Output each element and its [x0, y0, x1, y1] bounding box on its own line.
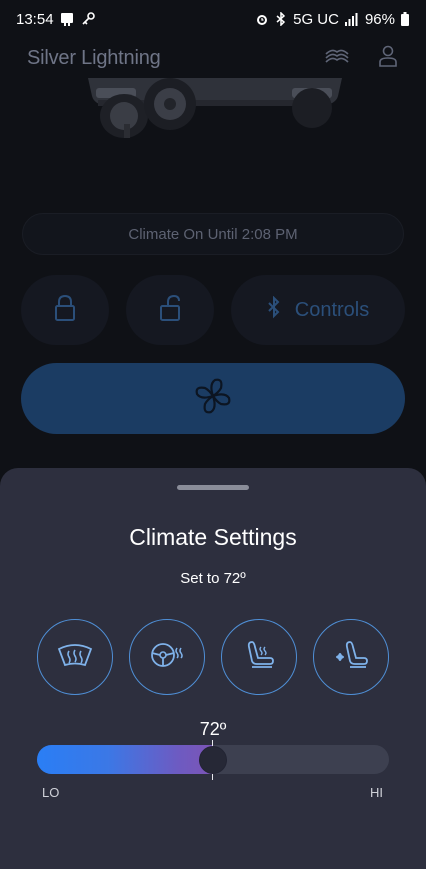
front-defrost-icon — [57, 641, 93, 674]
climate-feature-row — [0, 619, 426, 695]
ventilated-seat-icon — [334, 639, 368, 676]
heated-seat-button[interactable] — [221, 619, 297, 695]
lock-button[interactable] — [21, 275, 109, 345]
heated-seat-icon — [242, 639, 276, 676]
slider-temperature-label: 72º — [199, 719, 227, 739]
battery-percent: 96% — [364, 10, 395, 28]
slider-max-label: HI — [370, 785, 383, 800]
unlock-icon — [159, 294, 181, 327]
front-defrost-button[interactable] — [37, 619, 113, 695]
controls-button[interactable]: Controls — [231, 275, 405, 345]
bluetooth-icon — [275, 12, 287, 26]
status-time: 13:54 — [16, 10, 54, 28]
climate-fan-button[interactable] — [21, 363, 405, 434]
status-bar: 13:54 5G UC 96% — [0, 0, 426, 38]
sheet-title: Climate Settings — [129, 524, 297, 550]
heated-steering-wheel-icon — [149, 640, 185, 675]
unlock-button[interactable] — [126, 275, 214, 345]
vehicle-image — [84, 78, 344, 140]
vehicle-icon[interactable] — [324, 46, 350, 71]
bluetooth-icon — [267, 295, 281, 325]
alarm-icon — [255, 12, 269, 26]
header-actions — [324, 45, 398, 72]
network-type: 5G UC — [293, 10, 339, 28]
heated-steering-wheel-button[interactable] — [129, 619, 205, 695]
app-header: Silver Lightning — [0, 38, 426, 78]
key-icon — [80, 11, 96, 27]
controls-label: Controls — [294, 298, 370, 321]
status-left: 13:54 — [16, 11, 96, 28]
climate-status-pill[interactable]: Climate On Until 2:08 PM — [22, 213, 404, 255]
slider-min-label: LO — [42, 785, 60, 800]
signal-icon — [344, 12, 359, 26]
battery-icon — [401, 12, 409, 26]
app-screen: 13:54 5G UC 96% Silver Lightning Climate… — [0, 0, 426, 869]
temperature-slider-fill — [37, 745, 213, 774]
account-icon[interactable] — [378, 45, 398, 72]
temperature-setpoint: Set to 72º — [180, 570, 246, 587]
fan-icon — [193, 376, 233, 421]
climate-status-text: Climate On Until 2:08 PM — [128, 225, 298, 243]
lock-icon — [54, 294, 76, 327]
notification-icon — [59, 11, 75, 27]
temperature-slider-thumb[interactable] — [199, 746, 227, 774]
climate-settings-sheet: Climate Settings Set to 72º 72º LO HI — [0, 468, 426, 869]
ventilated-seat-button[interactable] — [313, 619, 389, 695]
status-right: 5G UC 96% — [255, 11, 409, 28]
vehicle-name: Silver Lightning — [27, 46, 161, 69]
sheet-drag-handle[interactable] — [177, 485, 249, 490]
